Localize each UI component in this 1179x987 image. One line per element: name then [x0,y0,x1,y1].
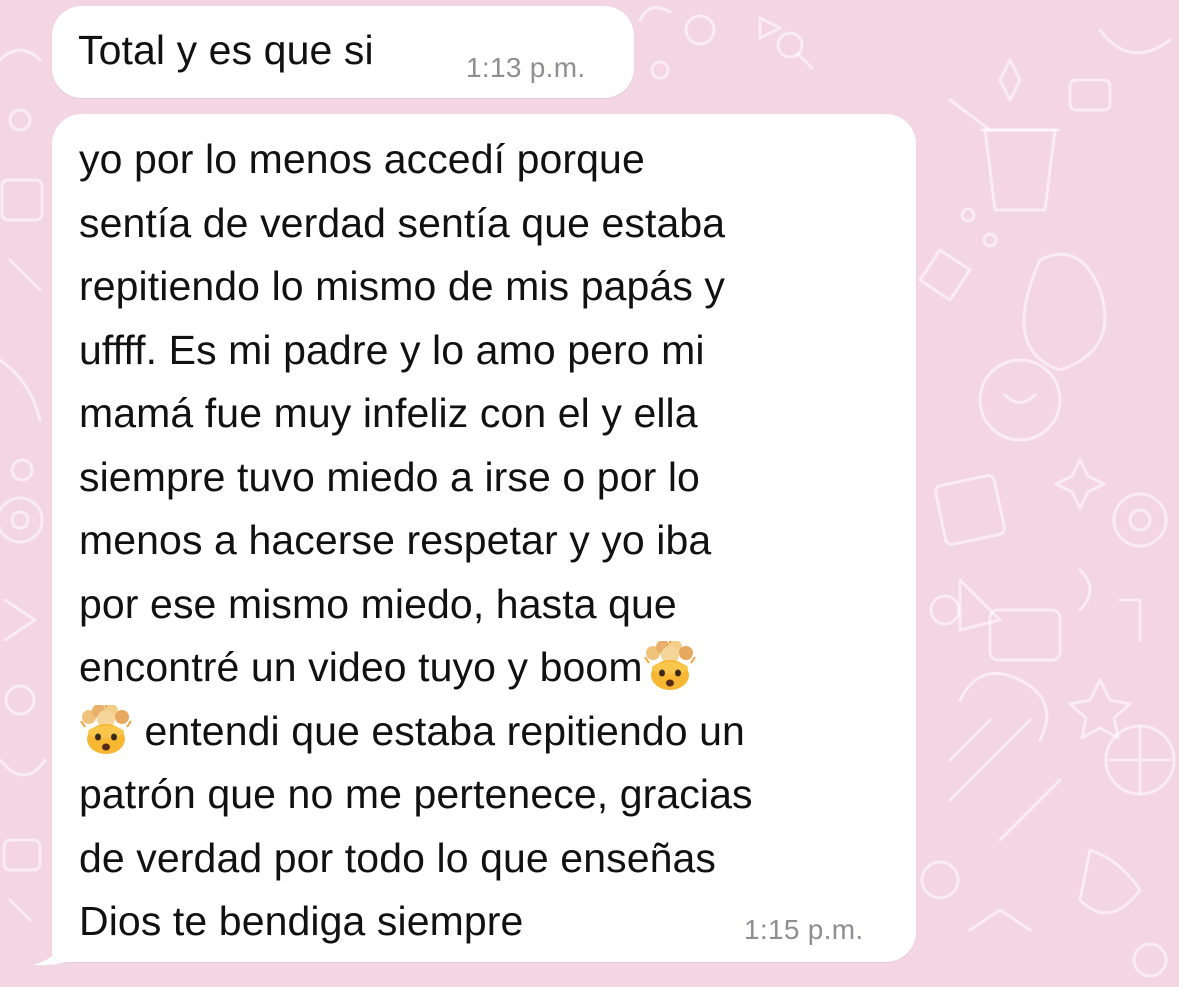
message-text: yo por lo menos accedí porque sentía de … [79,128,899,954]
message-line: uffff. Es mi padre y lo amo pero mi [79,326,705,373]
message-timestamp: 1:15 p.m. [744,914,864,945]
message-line: menos a hacerse respetar y yo iba [79,517,712,563]
incoming-message-bubble[interactable]: Total y es que si 1:13 p.m. [52,6,634,98]
message-line: encontré un video tuyo y boom [79,644,643,690]
message-line: yo por lo menos accedí porque [79,136,645,182]
message-line: siempre tuvo miedo a irse o por lo [79,453,700,500]
exploding-head-emoji-icon [643,641,696,690]
message-timestamp: 1:13 p.m. [466,52,586,83]
incoming-message-bubble[interactable]: yo por lo menos accedí porque sentía de … [52,114,916,962]
message-line: repitiendo lo mismo de mis papás y [79,263,726,309]
message-line: entendi que estaba repitiendo un [133,707,745,754]
message-text: Total y es que si [78,27,374,73]
message-line: mamá fue muy infeliz con el y ella [79,390,698,436]
message-line: por ese mismo miedo, hasta que [79,580,677,627]
message-line: de verdad por todo lo que enseñas [79,834,716,881]
exploding-head-emoji-icon [80,704,132,754]
message-line: patrón que no me pertenece, gracias [79,771,753,817]
message-line: sentía de verdad sentía que estaba [79,199,726,246]
message-line: Dios te bendiga siempre [79,898,524,944]
